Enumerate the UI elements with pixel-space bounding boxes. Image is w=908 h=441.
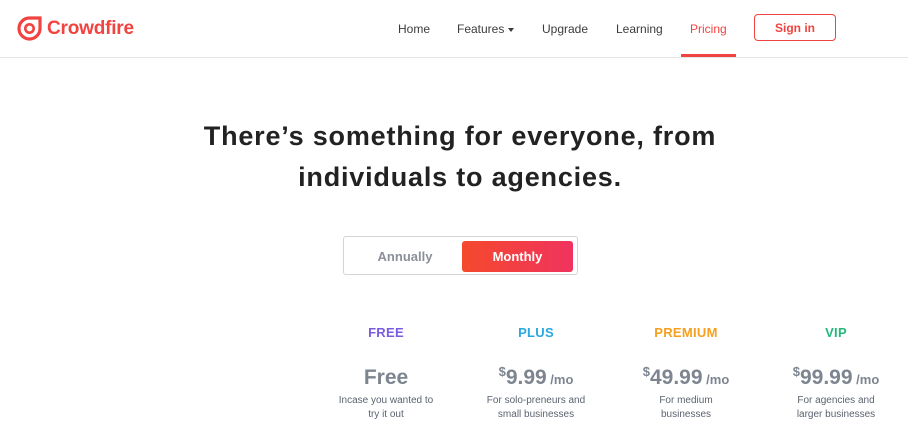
price-amount: 49.99 (649, 366, 703, 389)
plan-vip: VIP $99.99 /mo For agencies and larger b… (766, 325, 906, 422)
brand-logo[interactable]: Crowdfire (17, 16, 134, 41)
plan-description-line: try it out (368, 409, 404, 420)
currency-symbol: $ (498, 364, 506, 379)
monthly-option[interactable]: Monthly (462, 241, 573, 272)
plan-description-line: For solo-preneurs and (486, 395, 586, 406)
plan-price: $9.99 /mo (466, 364, 606, 390)
plan-description-line: For agencies and (797, 395, 875, 406)
top-navbar: Crowdfire Home Features Upgrade Learning… (0, 0, 908, 58)
plan-name: FREE (368, 325, 404, 340)
active-nav-indicator (681, 54, 736, 57)
brand-name: Crowdfire (47, 17, 134, 39)
plan-name: PLUS (518, 325, 554, 340)
plan-description: For solo-preneurs and small businesses (466, 394, 606, 422)
plan-name: VIP (825, 325, 847, 340)
plan-plus: PLUS $9.99 /mo For solo-preneurs and sma… (466, 325, 606, 422)
plan-description-line: small businesses (497, 409, 575, 420)
nav-pricing[interactable]: Pricing (690, 22, 727, 36)
price-period: /mo (702, 372, 730, 387)
price-amount: 9.99 (505, 366, 547, 389)
plan-premium: PREMIUM $49.99 /mo For medium businesses (616, 325, 756, 422)
billing-period-toggle: Annually Monthly (343, 236, 578, 275)
currency-symbol: $ (642, 364, 650, 379)
nav-features-label: Features (457, 22, 505, 36)
plan-description: For agencies and larger businesses (766, 394, 906, 422)
nav-home[interactable]: Home (398, 22, 430, 36)
plan-description-line: larger businesses (796, 409, 876, 420)
nav-features[interactable]: Features (457, 22, 515, 36)
page-headline: There’s something for everyone, from ind… (0, 116, 908, 198)
crowdfire-logo-icon (17, 16, 42, 41)
annually-option[interactable]: Annually (348, 241, 462, 272)
caret-down-icon (508, 27, 515, 32)
plan-name: PREMIUM (654, 325, 718, 340)
plan-description: For medium businesses (616, 394, 756, 422)
price-amount: 99.99 (799, 366, 853, 389)
headline-line-2: individuals to agencies. (298, 162, 622, 192)
plan-description: Incase you wanted to try it out (316, 394, 456, 422)
headline-line-1: There’s something for everyone, from (203, 121, 717, 151)
plan-description-line: For medium (659, 395, 713, 406)
currency-symbol: $ (792, 364, 800, 379)
price-period: /mo (546, 372, 574, 387)
plan-price: Free (363, 366, 409, 389)
plan-free: FREE Free Incase you wanted to try it ou… (316, 325, 456, 422)
nav-learning[interactable]: Learning (616, 22, 663, 36)
plan-description-line: businesses (660, 409, 712, 420)
plan-price: $99.99 /mo (766, 364, 906, 390)
nav-upgrade[interactable]: Upgrade (542, 22, 588, 36)
plan-description-line: Incase you wanted to (338, 395, 434, 406)
sign-in-button[interactable]: Sign in (754, 14, 836, 41)
price-period: /mo (852, 372, 880, 387)
plan-price: $49.99 /mo (616, 364, 756, 390)
